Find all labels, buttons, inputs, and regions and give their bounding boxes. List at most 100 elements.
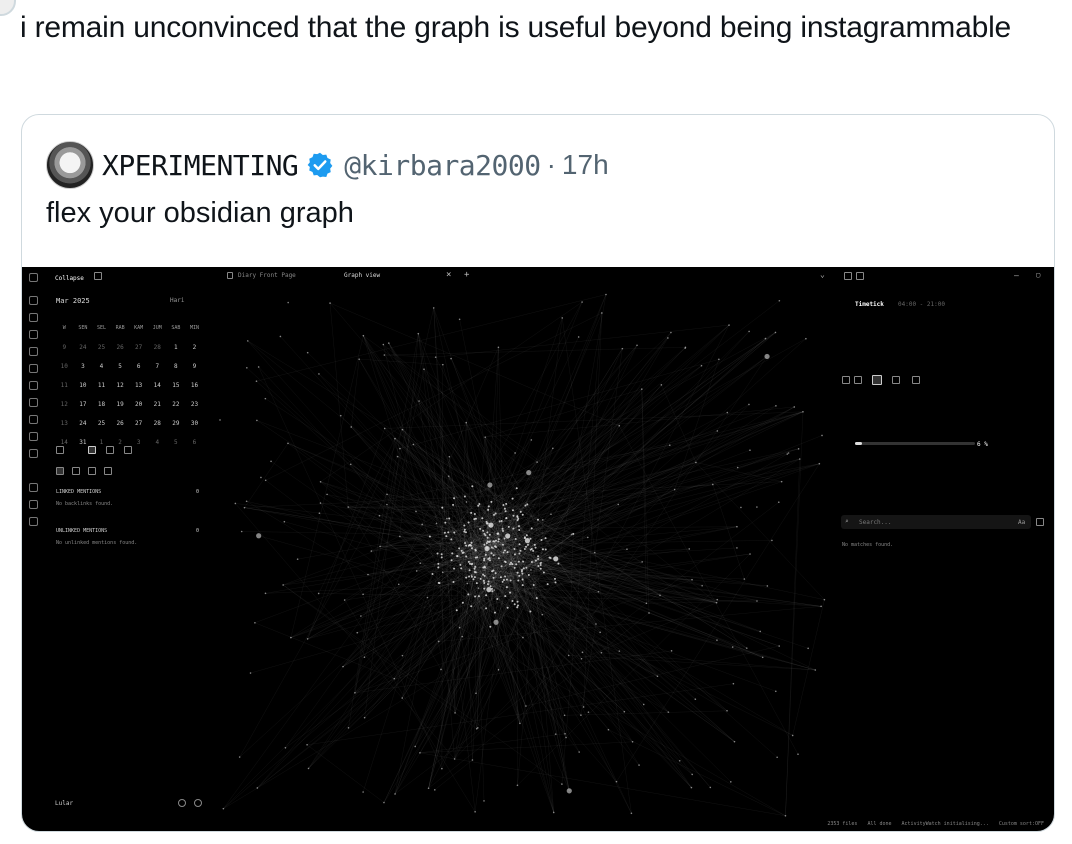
quoted-timestamp[interactable]: 17h — [562, 149, 609, 181]
timetick-range: 04:00 - 21:00 — [898, 301, 945, 308]
search-icon: ⌕ — [845, 518, 849, 525]
calendar-day[interactable]: 30 — [185, 420, 204, 439]
match-case-toggle[interactable]: Aa — [1018, 519, 1025, 526]
calendar-day[interactable]: 9 — [185, 363, 204, 382]
chat-icon — [29, 296, 38, 305]
calendar-day[interactable]: 14 — [148, 382, 167, 401]
calendar-day[interactable]: 12 — [111, 382, 130, 401]
unlinked-mentions-heading[interactable]: UNLINKED MENTIONS — [56, 528, 107, 534]
timetick-progress-text: 6 % — [977, 441, 988, 448]
calendar-day[interactable]: 18 — [92, 401, 111, 420]
outgoing-links-tab-icon[interactable] — [88, 446, 96, 454]
close-tab-icon[interactable]: × — [446, 270, 451, 280]
calendar-day[interactable]: 8 — [167, 363, 186, 382]
calendar-weeks: 9 24 25 26 27 28 1 2 10 3 4 5 6 7 8 9 11 10 11 12 13 14 15 16 12… — [55, 344, 205, 458]
calendar-day[interactable]: 25 — [92, 420, 111, 439]
calendar-week-row: 11 10 11 12 13 14 15 16 — [55, 382, 205, 401]
calendar-day[interactable]: 27 — [129, 420, 148, 439]
calendar-day[interactable]: 5 — [111, 363, 130, 382]
calendar-day[interactable]: 26 — [111, 420, 130, 439]
calendar-day[interactable]: 13 — [129, 382, 148, 401]
minimize-icon[interactable]: – — [1014, 271, 1019, 280]
calendar-day[interactable]: 22 — [167, 401, 186, 420]
backlinks-tab-icon[interactable] — [56, 446, 64, 454]
new-tab-icon[interactable]: + — [464, 270, 469, 280]
obsidian-screenshot[interactable]: Collapse Mar 2025 Hari W SEN SEL RAB KAM JUM S… — [22, 267, 1054, 831]
search-settings-icon[interactable] — [1036, 518, 1044, 526]
help-icon[interactable] — [178, 799, 186, 807]
expand-icon — [29, 398, 38, 407]
link-icon — [29, 483, 38, 492]
calendar-day[interactable]: 6 — [185, 439, 204, 458]
calendar-week-row: 10 3 4 5 6 7 8 9 — [55, 363, 205, 382]
calendar-day[interactable]: 4 — [148, 439, 167, 458]
calendar-day[interactable]: 1 — [167, 344, 186, 363]
search-input[interactable]: ⌕ Search... Aa — [841, 515, 1031, 529]
linked-mentions-heading[interactable]: LINKED MENTIONS — [56, 489, 101, 495]
maximize-icon[interactable]: ▢ — [1036, 271, 1040, 279]
calendar-day[interactable]: 7 — [148, 363, 167, 382]
calendar-day[interactable]: 6 — [129, 363, 148, 382]
quoted-display-name[interactable]: XPERIMENTING — [102, 149, 299, 182]
graph-view-canvas[interactable] — [210, 283, 838, 831]
search-results-icon[interactable] — [104, 467, 112, 475]
calendar-day[interactable]: 3 — [74, 363, 93, 382]
tab-diary-front-page[interactable]: Diary Front Page — [238, 272, 296, 279]
calendar-day[interactable]: 21 — [148, 401, 167, 420]
calendar-day[interactable]: 28 — [148, 344, 167, 363]
collapse-results-icon[interactable] — [88, 467, 96, 475]
calendar-day[interactable]: 25 — [92, 344, 111, 363]
timetick-progress-bar — [855, 442, 975, 445]
calendar-day[interactable]: 3 — [129, 439, 148, 458]
calendar-day[interactable]: 17 — [74, 401, 93, 420]
file-count: 2353 files — [827, 821, 858, 827]
calendar-week-number: 9 — [62, 344, 67, 351]
calendar-day[interactable]: 11 — [92, 382, 111, 401]
calendar-day[interactable]: 19 — [111, 401, 130, 420]
author-avatar-partial[interactable] — [0, 0, 16, 16]
calendar-day[interactable]: 28 — [148, 420, 167, 439]
sort-icon[interactable] — [72, 467, 80, 475]
calendar-day[interactable]: 24 — [74, 344, 93, 363]
new-note-icon[interactable] — [94, 272, 102, 280]
calendar-day[interactable]: 5 — [167, 439, 186, 458]
calendar-day[interactable]: 24 — [74, 420, 93, 439]
pin-icon[interactable] — [856, 272, 864, 280]
file-explorer-icon[interactable] — [842, 376, 850, 384]
quoted-tweet-card[interactable]: XPERIMENTING @kirbara2000 · 17h flex you… — [21, 114, 1055, 832]
calendar-day[interactable]: 15 — [167, 382, 186, 401]
collapse-button[interactable]: Collapse — [55, 275, 84, 282]
calendar-tab-icon[interactable] — [912, 376, 920, 384]
note-icon[interactable] — [844, 272, 852, 280]
search-tab-icon[interactable] — [872, 375, 882, 385]
calendar-day[interactable]: 27 — [129, 344, 148, 363]
calendar-day[interactable]: 16 — [185, 382, 204, 401]
links-tab-icon[interactable] — [892, 376, 900, 384]
quoted-author-avatar[interactable] — [46, 141, 94, 189]
custom-sort-status[interactable]: Custom sort:OFF — [999, 821, 1044, 827]
bookmark-icon[interactable] — [854, 376, 862, 384]
table-icon — [29, 364, 38, 373]
list-view-icon[interactable] — [56, 467, 64, 475]
calendar-day[interactable]: 26 — [111, 344, 130, 363]
calendar-day[interactable]: 2 — [185, 344, 204, 363]
vault-switcher[interactable]: Lular — [55, 800, 73, 807]
tab-list-chevron-icon[interactable]: ⌄ — [820, 270, 825, 279]
monitor-icon — [29, 330, 38, 339]
calendar-day[interactable]: 20 — [129, 401, 148, 420]
calendar-day[interactable]: 23 — [185, 401, 204, 420]
calendar-weekday: KAM — [134, 325, 144, 331]
network-icon — [29, 500, 38, 509]
calendar-day[interactable]: 29 — [167, 420, 186, 439]
quoted-handle[interactable]: @kirbara2000 — [344, 149, 541, 182]
tab-graph-view[interactable]: Graph view — [344, 272, 380, 279]
calendar-day[interactable]: 4 — [92, 363, 111, 382]
clock-icon — [29, 449, 38, 458]
tags-tab-icon[interactable] — [106, 446, 114, 454]
calendar-day[interactable]: 10 — [74, 382, 93, 401]
calendar-month: Mar 2025 — [56, 297, 90, 305]
code-icon — [29, 381, 38, 390]
files-tab-icon[interactable] — [124, 446, 132, 454]
calendar-today-button[interactable]: Hari — [170, 297, 184, 304]
settings-gear-icon[interactable] — [194, 799, 202, 807]
